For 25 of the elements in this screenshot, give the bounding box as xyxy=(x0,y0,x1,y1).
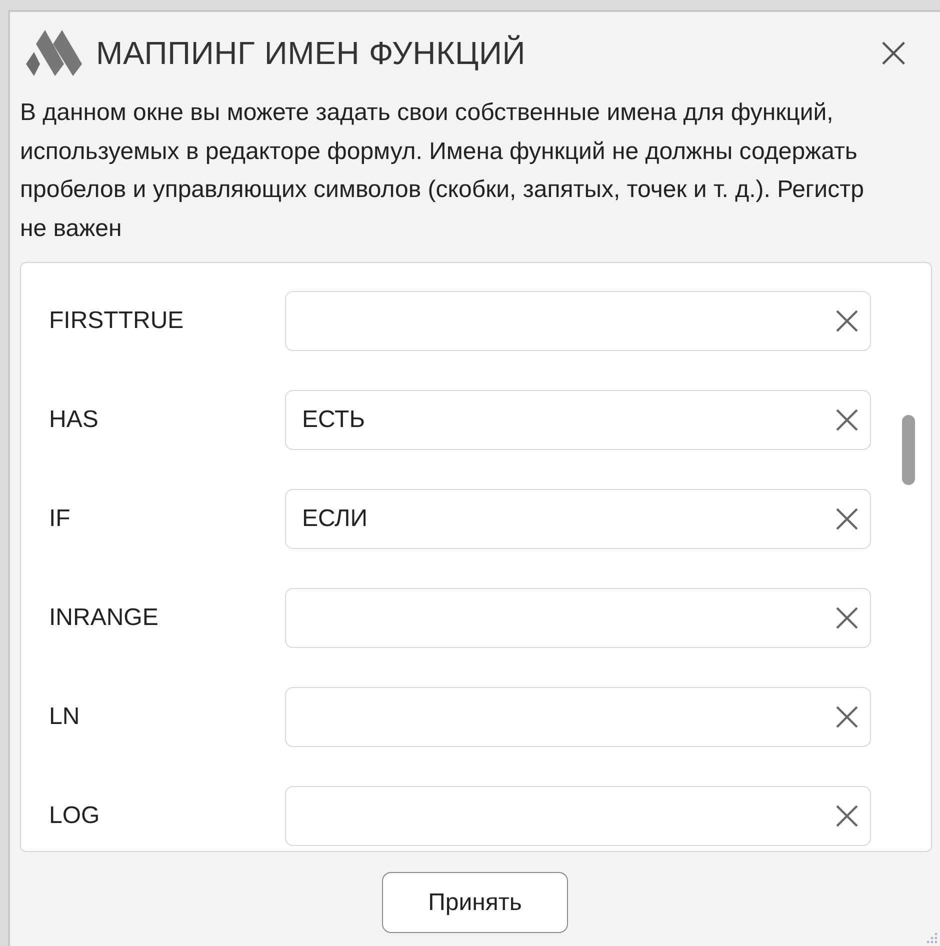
clear-icon[interactable] xyxy=(835,705,859,729)
window-title: МАППИНГ ИМЕН ФУНКЦИЙ xyxy=(96,34,527,72)
input-field[interactable] xyxy=(285,786,871,846)
function-name: LOG xyxy=(49,802,101,830)
clear-icon[interactable] xyxy=(835,804,859,828)
clear-icon[interactable] xyxy=(835,309,859,333)
input-field[interactable] xyxy=(285,687,871,747)
clear-icon[interactable] xyxy=(835,606,859,630)
clear-icon[interactable] xyxy=(835,408,859,432)
input-field[interactable]: ЕСТЬ xyxy=(285,390,871,450)
description-text: В данном окне вы можете задать свои собственные имена для функций, используемых в редакторе формул. Имена функций не должны содержать пробелов и управляющих символов (скобки, запятых, точек и т. д.). Регистр не важен xyxy=(20,98,865,244)
scrollbar-thumb[interactable] xyxy=(902,415,915,485)
logo-icon xyxy=(26,30,82,76)
function-name: IF xyxy=(49,505,72,533)
accept-button[interactable]: Принять xyxy=(382,872,568,933)
resize-grip-icon[interactable] xyxy=(924,930,938,944)
input-field[interactable] xyxy=(285,588,871,648)
function-name: HAS xyxy=(49,406,100,434)
function-name: INRANGE xyxy=(49,604,160,632)
function-name: LN xyxy=(49,703,81,731)
input-field[interactable] xyxy=(285,291,871,351)
function-name: FIRSTTRUE xyxy=(49,307,185,335)
input-field[interactable]: ЕСЛИ xyxy=(285,489,871,549)
clear-icon[interactable] xyxy=(835,507,859,531)
close-button[interactable]: × xyxy=(871,31,916,75)
